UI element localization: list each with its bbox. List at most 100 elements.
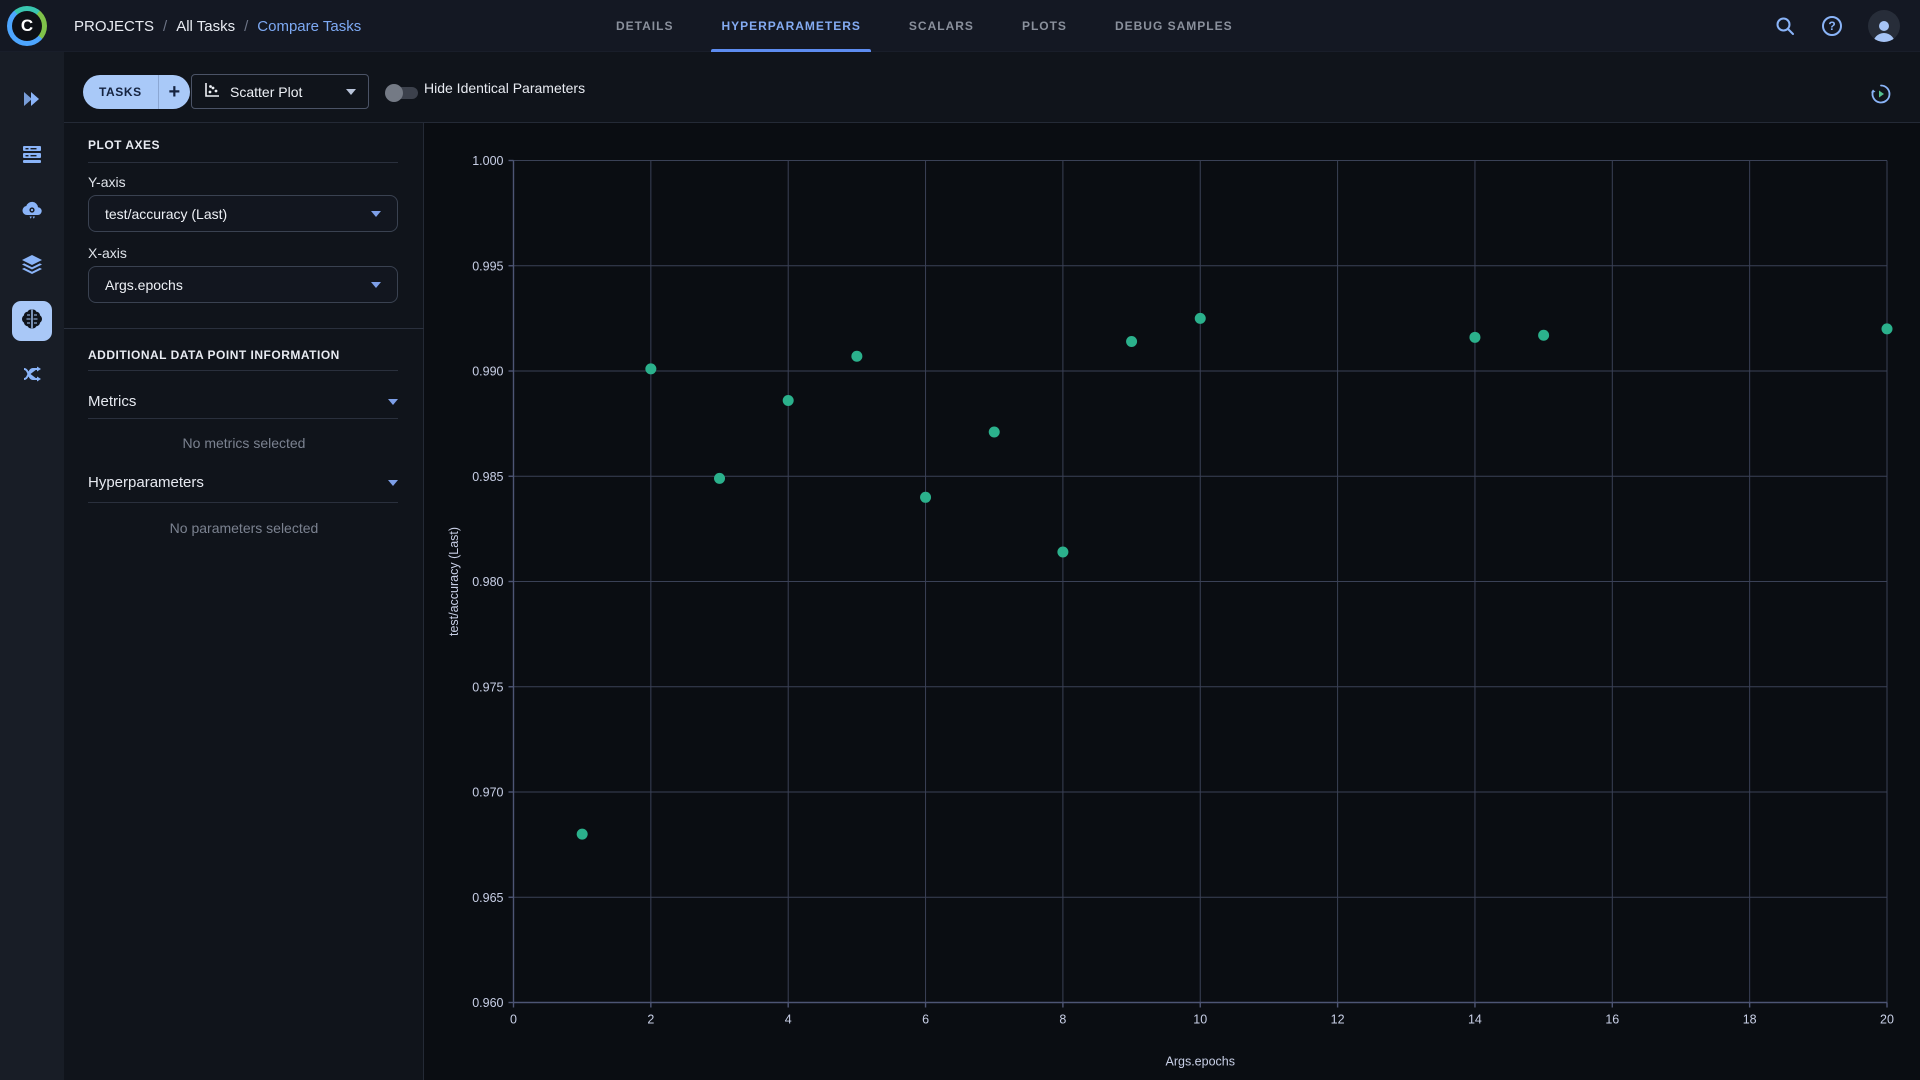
scatter-plot[interactable]: 0.960 0.965 0.970 0.975 0.980 0.985 0.990 0.995… [424,123,1920,1080]
tab-scalars[interactable]: SCALARS [885,0,998,52]
y-axis-label: Y-axis [88,174,126,190]
y-tick-label: 0.960 [472,996,503,1010]
sidebar-item-workers-queues[interactable] [12,136,52,176]
metrics-empty-note: No metrics selected [64,435,424,451]
plot-axes-title: PLOT AXES [88,138,160,152]
data-point[interactable] [1195,313,1206,324]
x-tick-label: 0 [510,1013,517,1027]
x-axis-label: X-axis [88,245,127,261]
data-point[interactable] [989,427,1000,438]
metrics-label: Metrics [88,393,136,410]
cloud-gear-icon [20,197,44,226]
breadcrumb-projects[interactable]: PROJECTS [74,18,154,35]
tasks-split-button: TASKS + [83,75,190,109]
compare-toolbar: TASKS + Scatter Plot Hide Identical Para… [64,52,1920,123]
plot-type-dropdown[interactable]: Scatter Plot [191,74,369,109]
hide-identical-parameters-label: Hide Identical Parameters [424,52,585,123]
x-tick-label: 4 [785,1013,792,1027]
data-point[interactable] [1538,330,1549,341]
y-tick-label: 0.970 [472,786,503,800]
hide-identical-parameters-toggle[interactable] [388,87,418,99]
y-axis-select[interactable]: test/accuracy (Last) [88,195,398,232]
data-point[interactable] [1882,323,1893,334]
divider [88,370,398,371]
x-axis-value: Args.epochs [105,277,183,293]
x-tick-label: 2 [647,1013,654,1027]
y-tick-label: 0.965 [472,891,503,905]
divider [88,418,398,419]
tab-hyperparameters[interactable]: HYPERPARAMETERS [697,0,884,52]
x-tick-label: 10 [1193,1013,1207,1027]
x-tick-label: 8 [1059,1013,1066,1027]
hyperparameters-empty-note: No parameters selected [64,520,424,536]
x-axis-select[interactable]: Args.epochs [88,266,398,303]
data-point[interactable] [645,363,656,374]
y-tick-label: 0.995 [472,259,503,273]
plot-config-panel: PLOT AXES Y-axis test/accuracy (Last) X-… [64,123,424,1080]
chevron-down-icon [388,399,398,405]
help-icon[interactable]: ? [1821,15,1843,37]
data-point[interactable] [577,829,588,840]
pipeline-icon [20,362,44,391]
refresh-icon[interactable] [1870,83,1892,105]
clearml-logo[interactable]: C [7,6,47,46]
app-root: C PROJECTS / All Tasks / Compare Tasks D… [0,0,1920,1080]
hyperparameters-expander[interactable]: Hyperparameters [88,474,398,491]
data-point[interactable] [1469,332,1480,343]
y-tick-label: 0.985 [472,470,503,484]
breadcrumb-separator: / [244,18,248,35]
x-axis-title: Args.epochs [1166,1055,1235,1069]
x-tick-label: 16 [1605,1013,1619,1027]
left-icon-rail [0,52,64,1080]
tab-details[interactable]: DETAILS [592,0,697,52]
x-tick-label: 20 [1880,1013,1894,1027]
y-tick-label: 0.990 [472,365,503,379]
sidebar-item-applications[interactable] [12,191,52,231]
data-point[interactable] [1057,547,1068,558]
y-tick-label: 0.975 [472,680,503,694]
x-tick-label: 12 [1331,1013,1345,1027]
divider [64,328,424,329]
y-tick-label: 0.980 [472,575,503,589]
additional-info-title: ADDITIONAL DATA POINT INFORMATION [88,348,340,362]
y-axis-title: test/accuracy (Last) [447,527,461,636]
x-tick-label: 18 [1743,1013,1757,1027]
y-tick-label: 1.000 [472,154,503,168]
brain-icon [20,307,44,336]
layers-icon [20,252,44,281]
data-point[interactable] [714,473,725,484]
data-point[interactable] [783,395,794,406]
tasks-button[interactable]: TASKS [83,75,158,109]
y-axis-value: test/accuracy (Last) [105,206,227,222]
breadcrumb-separator: / [163,18,167,35]
x-tick-label: 6 [922,1013,929,1027]
x-tick-label: 14 [1468,1013,1482,1027]
server-queues-icon [20,142,44,171]
top-header: C PROJECTS / All Tasks / Compare Tasks D… [0,0,1920,52]
breadcrumb-all-tasks[interactable]: All Tasks [176,18,235,35]
sidebar-item-projects[interactable] [12,301,52,341]
scatter-plot-icon [204,82,220,101]
sidebar-item-pipelines[interactable] [12,356,52,396]
metrics-expander[interactable]: Metrics [88,393,398,410]
user-avatar[interactable] [1868,10,1900,42]
sidebar-item-datasets[interactable] [12,246,52,286]
tab-plots[interactable]: PLOTS [998,0,1091,52]
toggle-knob [385,84,403,102]
add-task-button[interactable]: + [158,75,190,109]
data-point[interactable] [920,492,931,503]
hyperparameters-label: Hyperparameters [88,474,204,491]
search-icon[interactable] [1774,15,1796,37]
data-point[interactable] [851,351,862,362]
sidebar-item-dashboard[interactable] [12,81,52,121]
scatter-chart-card: 0.960 0.965 0.970 0.975 0.980 0.985 0.990 0.995… [424,123,1920,1080]
plot-type-value: Scatter Plot [230,84,302,100]
breadcrumb-compare-tasks: Compare Tasks [257,18,361,35]
fast-forward-icon [20,87,44,116]
chevron-down-icon [371,282,381,288]
divider [88,502,398,503]
header-icons: ? [1774,0,1900,52]
chevron-down-icon [371,211,381,217]
tab-debug-samples[interactable]: DEBUG SAMPLES [1091,0,1257,52]
data-point[interactable] [1126,336,1137,347]
